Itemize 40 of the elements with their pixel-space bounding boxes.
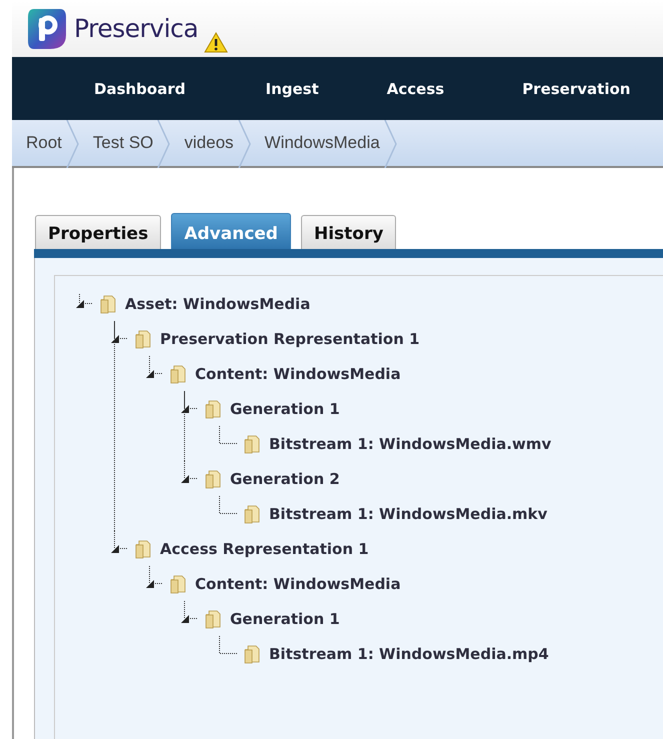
tree-node-label[interactable]: Content: WindowsMedia — [195, 364, 401, 382]
folder-icon — [243, 644, 261, 664]
nav-link[interactable]: Preservation — [522, 76, 630, 102]
chevron-separator — [238, 120, 251, 168]
nav-link[interactable]: Ingest — [265, 76, 319, 102]
tab[interactable]: Advanced — [171, 213, 291, 249]
chevron-separator — [66, 120, 79, 168]
folder-icon — [134, 328, 152, 348]
tree-node-label[interactable]: Generation 1 — [230, 400, 340, 418]
tree-node-label[interactable]: Preservation Representation 1 — [160, 330, 420, 348]
tree-node-label[interactable]: Bitstream 1: WindowsMedia.wmv — [269, 434, 552, 452]
folder-icon — [243, 504, 261, 524]
brand-name: Preservica — [74, 12, 198, 45]
tree-node-label[interactable]: Content: WindowsMedia — [195, 574, 401, 592]
tab[interactable]: Properties — [35, 215, 162, 249]
tree-node-label[interactable]: Access Representation 1 — [160, 540, 369, 558]
logo-icon — [26, 6, 68, 50]
folder-icon — [243, 434, 261, 454]
folder-icon — [204, 468, 222, 488]
nav-link[interactable]: Access — [386, 76, 444, 102]
folder-icon — [169, 364, 187, 384]
folder-icon — [204, 398, 222, 418]
tree-node-label[interactable]: Asset: WindowsMedia — [125, 294, 310, 312]
folder-icon — [99, 294, 117, 314]
tree-node-label[interactable]: Generation 2 — [230, 470, 340, 488]
folder-icon — [169, 574, 187, 594]
folder-icon — [204, 608, 222, 628]
tree-node-label[interactable]: Bitstream 1: WindowsMedia.mkv — [269, 504, 548, 522]
breadcrumb-link[interactable]: WindowsMedia — [250, 120, 384, 166]
tree-node-label[interactable]: Bitstream 1: WindowsMedia.mp4 — [269, 644, 549, 662]
warning-icon — [204, 31, 228, 53]
chevron-separator — [157, 120, 170, 168]
breadcrumb-link[interactable]: Test SO — [78, 120, 158, 166]
breadcrumb-link[interactable]: videos — [170, 120, 238, 166]
tree-node-label[interactable]: Generation 1 — [230, 610, 340, 628]
nav-link[interactable]: Dashboard — [94, 76, 186, 102]
tab[interactable]: History — [300, 215, 396, 249]
chevron-separator — [384, 120, 397, 168]
folder-icon — [134, 538, 152, 558]
breadcrumb-link[interactable]: Root — [12, 120, 66, 166]
